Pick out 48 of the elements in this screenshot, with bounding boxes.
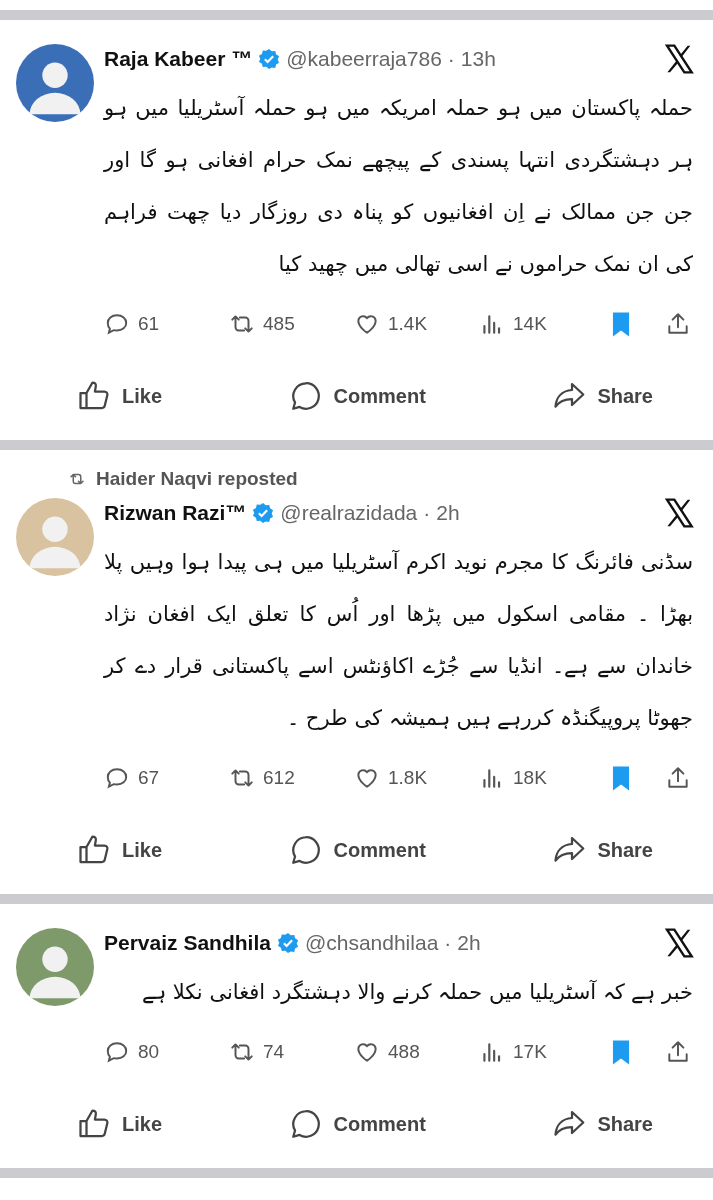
- post-text: حملہ پاکستان میں ہو حملہ امریکہ میں ہو حملہ آسٹریلیا میں ہو ہر دہشتگردی انتہا پسندی کے پیچھے نمک حرام افغانی ہو گا اور جن جن ممالک نے اِن افغانیوں کو پناہ دی روزگار دیا چھت فراہم کی ان نمک حراموں نے اسی تھالی میں چھید کیا: [104, 95, 693, 278]
- author-handle[interactable]: @realrazidada: [280, 501, 418, 525]
- like-button[interactable]: Like: [72, 1102, 167, 1146]
- post-time: 13h: [460, 47, 496, 71]
- share-icon[interactable]: [665, 1039, 691, 1065]
- share-button[interactable]: Share: [547, 374, 657, 418]
- post-text: سڈنی فائرنگ کا مجرم نوید اکرم آسٹریلیا میں ہی پیدا ہوا وہیں پلا بھڑا ۔ مقامی اسکول میں پڑھا اور اُس کا تعلق ایک افغان نژاد خاندان سے ہے۔ انڈیا سے جُڑے اکاؤنٹس اسے پاکستانی قرار دے کر جھوٹا پروپیگنڈہ کررہے ہیں ہمیشہ کی طرح ۔: [104, 549, 693, 732]
- author-name[interactable]: Rizwan Razi™: [104, 501, 247, 525]
- share-icon[interactable]: [665, 311, 691, 337]
- post-time: 2h: [436, 501, 460, 525]
- repost-count[interactable]: 485: [229, 311, 354, 337]
- x-logo-icon[interactable]: [663, 497, 695, 529]
- speech-bubble-icon: [104, 1039, 130, 1065]
- repost-count[interactable]: 74: [229, 1039, 354, 1065]
- reply-count[interactable]: 80: [104, 1039, 229, 1065]
- x-logo-icon[interactable]: [663, 927, 695, 959]
- x-logo-icon[interactable]: [663, 43, 695, 75]
- repost-count[interactable]: 612: [229, 765, 354, 791]
- comment-button[interactable]: Comment: [283, 828, 430, 872]
- separator-dot: ·: [423, 501, 431, 525]
- speech-bubble-icon: [104, 765, 130, 791]
- like-count[interactable]: 488: [354, 1039, 479, 1065]
- like-count[interactable]: 1.8K: [354, 765, 479, 791]
- speech-bubble-icon: [104, 311, 130, 337]
- view-count[interactable]: 18K: [479, 765, 547, 791]
- separator-dot: ·: [447, 47, 455, 71]
- author-name[interactable]: Pervaiz Sandhila: [104, 931, 271, 955]
- reply-count[interactable]: 67: [104, 765, 229, 791]
- comment-button[interactable]: Comment: [283, 374, 430, 418]
- like-button[interactable]: Like: [72, 828, 167, 872]
- view-count[interactable]: 17K: [479, 1039, 547, 1065]
- author-handle[interactable]: @chsandhilaa: [304, 931, 439, 955]
- author-name[interactable]: Raja Kabeer ™: [104, 47, 253, 71]
- reply-count[interactable]: 61: [104, 311, 229, 337]
- view-count[interactable]: 14K: [479, 311, 547, 337]
- avatar[interactable]: [16, 928, 94, 1006]
- like-count[interactable]: 1.4K: [354, 311, 479, 337]
- comment-button[interactable]: Comment: [283, 1102, 430, 1146]
- share-button[interactable]: Share: [547, 1102, 657, 1146]
- repost-label: Haider Naqvi reposted: [96, 468, 298, 490]
- share-button[interactable]: Share: [547, 828, 657, 872]
- avatar[interactable]: [16, 44, 94, 122]
- share-icon[interactable]: [665, 765, 691, 791]
- author-handle[interactable]: @kabeerraja786: [286, 47, 442, 71]
- separator-dot: ·: [444, 931, 452, 955]
- like-button[interactable]: Like: [72, 374, 167, 418]
- post-text: خبر ہے کہ آسٹریلیا میں حملہ کرنے والا دہشتگرد افغانی نکلا ہے: [141, 979, 693, 1006]
- post-time: 2h: [457, 931, 481, 955]
